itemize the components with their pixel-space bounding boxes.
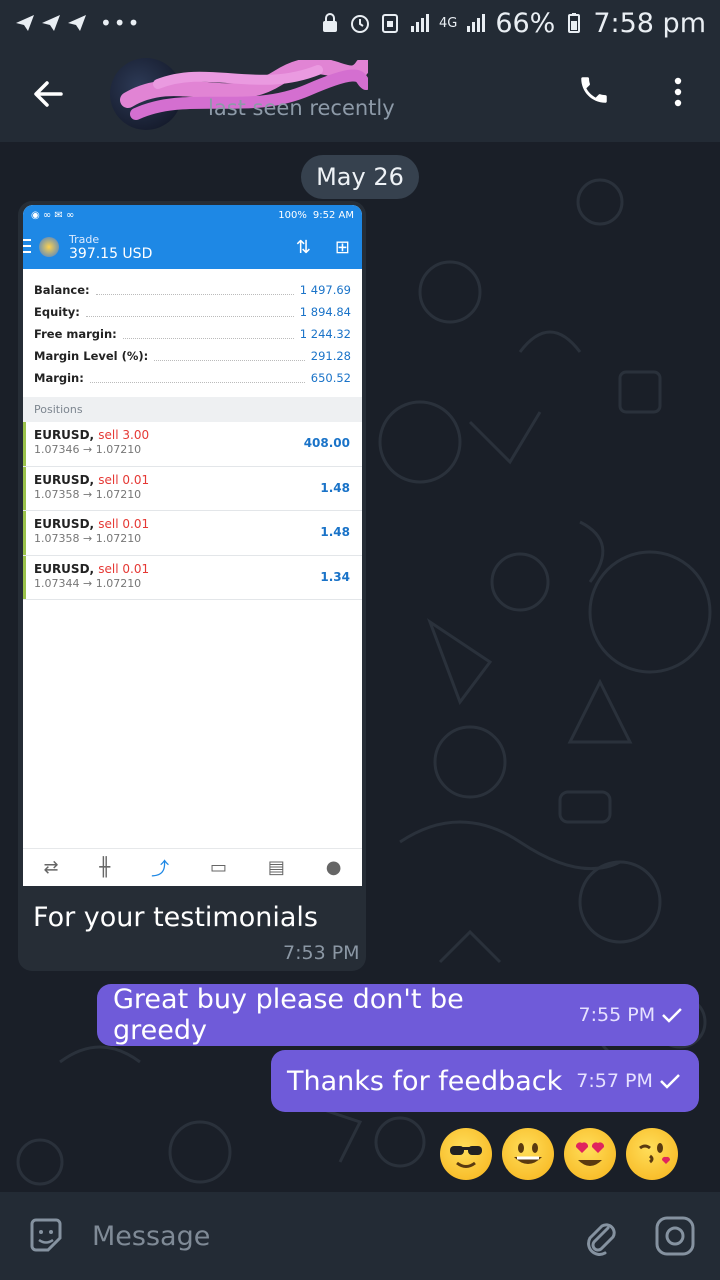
position-row: EURUSD, sell 0.01 1.07344 → 1.07210 1.34 [23, 555, 362, 600]
phone-icon [581, 77, 607, 103]
telegram-notification-icon [42, 15, 60, 31]
quotes-icon: ⇄ [43, 857, 59, 878]
message-time: 7:55 PM [578, 1004, 656, 1026]
battery-icon [568, 13, 581, 33]
last-seen-status: last seen recently [208, 96, 395, 120]
message-time: 7:53 PM [283, 942, 360, 964]
emoji-message[interactable] [440, 1128, 678, 1180]
kissing-wink-emoji-icon [626, 1128, 678, 1180]
network-type: 4G [438, 15, 458, 31]
positions-header: Positions [23, 397, 362, 422]
kebab-menu-icon [674, 77, 682, 107]
screenshot-time: 9:52 AM [312, 209, 354, 221]
screenshot-battery: 100% [278, 209, 307, 221]
emoji-sticker-button[interactable] [0, 1192, 92, 1280]
telegram-notification-icon [68, 15, 86, 31]
telegram-notification-icon [16, 15, 34, 31]
sent-check-icon [659, 1074, 680, 1089]
signal-icon [467, 14, 486, 32]
summary-row: Equity: 1 894.84 [34, 305, 351, 319]
sim-icon [381, 14, 398, 33]
trade-icon: ⤴ [151, 858, 170, 880]
outgoing-message-bubble[interactable]: Great buy please don't be greedy 7:55 PM [97, 984, 699, 1046]
attach-button[interactable] [570, 1192, 630, 1280]
screenshot-app-header: Trade 397.15 USD ⇅ ⊞ [23, 225, 362, 269]
hamburger-icon [23, 239, 31, 253]
back-button[interactable] [0, 46, 96, 142]
camera-icon [655, 1216, 695, 1256]
message-input[interactable] [92, 1220, 570, 1252]
message-text: Great buy please don't be greedy [113, 984, 464, 1046]
arrow-left-icon [34, 81, 63, 107]
date-separator: May 26 [301, 155, 419, 199]
sort-icon: ⇅ [295, 237, 311, 258]
message-time: 7:57 PM [576, 1070, 653, 1092]
summary-row: Margin Level (%): 291.28 [34, 349, 351, 363]
camera-button[interactable] [630, 1192, 720, 1280]
chart-candles-icon: ╫ [99, 857, 111, 878]
screenshot-status-bar: ◉ ∞ ✉ ∞ 100% 9:52 AM [23, 205, 362, 225]
history-icon: ▭ [210, 857, 228, 878]
more-options-button[interactable] [656, 66, 700, 118]
sent-check-icon [662, 1008, 682, 1023]
clock: 7:58 pm [593, 7, 706, 39]
new-order-icon: ⊞ [334, 237, 350, 258]
shared-screenshot[interactable]: ◉ ∞ ✉ ∞ 100% 9:52 AM Trade 397.15 USD ⇅ … [23, 205, 362, 886]
news-icon: ▤ [267, 857, 285, 878]
status-bar: ••• 4G 66% 7:58 pm [0, 0, 720, 46]
chat-icon: ● [325, 857, 342, 878]
position-row: EURUSD, sell 0.01 1.07358 → 1.07210 1.48 [23, 511, 362, 556]
message-composer [0, 1192, 720, 1280]
heart-eyes-emoji-icon [564, 1128, 616, 1180]
message-text: For your testimonials [33, 902, 318, 933]
alarm-icon [350, 15, 369, 33]
more-notifications-icon: ••• [100, 11, 142, 35]
paperclip-icon [587, 1223, 616, 1256]
battery-percent: 66% [495, 7, 556, 39]
screenshot-title: Trade [69, 232, 100, 246]
account-summary: Balance: 1 497.69 Equity: 1 894.84 Free ma… [23, 269, 362, 389]
chat-area[interactable]: May 26 ◉ ∞ ✉ ∞ 100% 9:52 AM Trade 397.15… [0, 142, 720, 1192]
summary-row: Margin: 650.52 [34, 371, 351, 385]
grinning-emoji-icon [502, 1128, 554, 1180]
sticker-icon [30, 1218, 62, 1252]
call-button[interactable] [570, 66, 618, 114]
message-text: Thanks for feedback [287, 1065, 563, 1097]
summary-row: Balance: 1 497.69 [34, 283, 351, 297]
position-row: EURUSD, sell 3.00 1.07346 → 1.07210 408.… [23, 422, 362, 467]
broker-logo-icon [39, 237, 59, 257]
summary-row: Free margin: 1 244.32 [34, 327, 351, 341]
sunglasses-emoji-icon [440, 1128, 492, 1180]
position-row: EURUSD, sell 0.01 1.07358 → 1.07210 1.48 [23, 466, 362, 511]
lock-icon [322, 13, 337, 32]
screenshot-balance-header: 397.15 USD [69, 245, 153, 262]
screenshot-bottom-nav: ⇄ ╫ ⤴ ▭ ▤ ● [23, 848, 362, 886]
outgoing-message-bubble[interactable]: Thanks for feedback 7:57 PM [271, 1050, 699, 1112]
signal-icon [410, 14, 429, 32]
